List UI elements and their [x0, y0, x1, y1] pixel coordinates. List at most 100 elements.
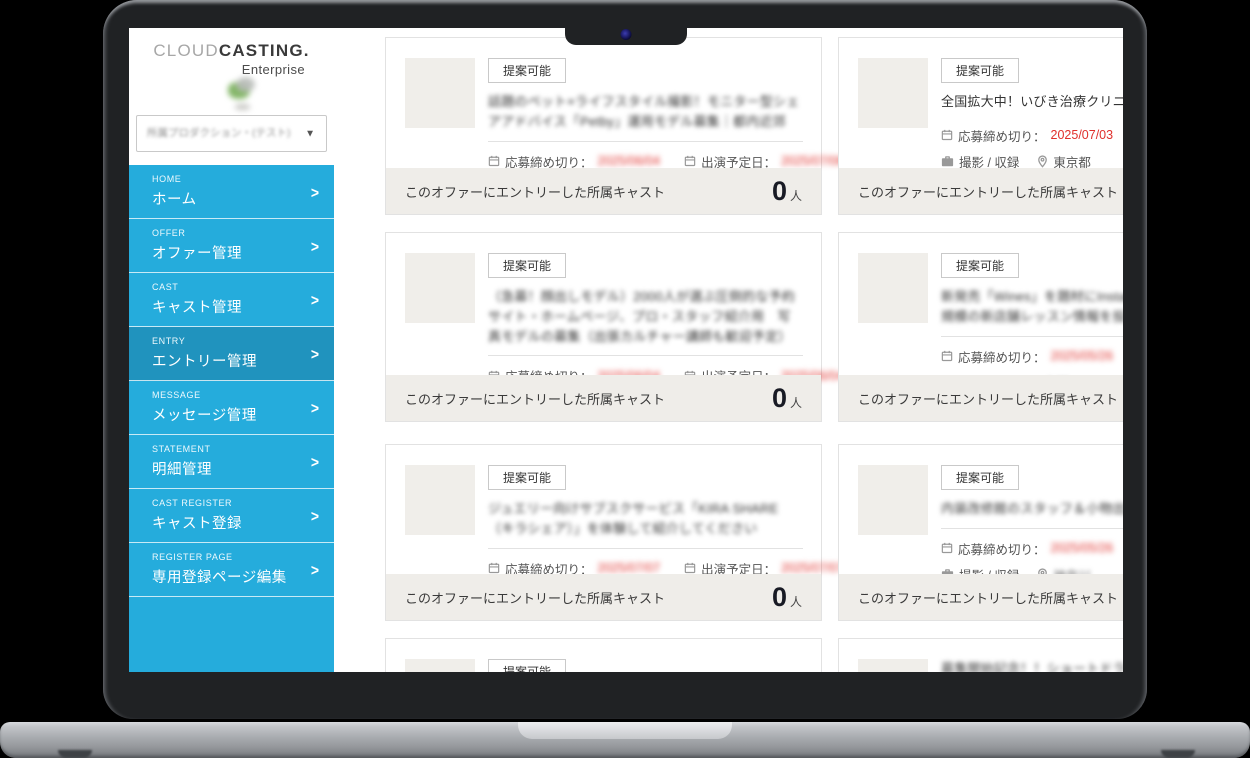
- calendar-icon: [941, 543, 953, 554]
- offer-card[interactable]: 提案可能 ジュエリー向けサブスクサービス「KIRA SHARE（キラシェア）」を…: [385, 444, 844, 621]
- offer-card-content: 提案可能: [488, 659, 803, 672]
- offer-card[interactable]: 募集開始記念！！ショートドラマ出演者募集 このオファーにエントリーした所属キャス…: [838, 638, 1123, 672]
- screen: CLOUDCASTING. Enterprise 所属プロダクション・(テスト)…: [129, 28, 1123, 672]
- offer-card[interactable]: 提案可能 話題のペット×ライフスタイル撮影！モニター型シェアアドバイス「Petb…: [385, 37, 844, 215]
- offer-card[interactable]: 提案可能 （急募！顔出しモデル）2000人が選ぶ圧倒的な予約サイト・ホームページ…: [385, 232, 844, 422]
- offer-thumbnail: [858, 659, 928, 672]
- production-select[interactable]: 所属プロダクション・(テスト) ▼: [136, 115, 327, 152]
- offer-title: 新発売「Wines」を題材にInstagramもしくは20万円規模の新店舗レッス…: [941, 289, 1123, 324]
- briefcase-icon: [941, 156, 954, 167]
- status-badge: 提案可能: [488, 465, 567, 490]
- offer-list: 提案可能 話題のペット×ライフスタイル撮影！モニター型シェアアドバイス「Petb…: [334, 28, 1123, 672]
- entry-footer: このオファーにエントリーした所属キャスト: [839, 375, 1123, 421]
- offer-title: （急募！顔出しモデル）2000人が選ぶ圧倒的な予約サイト・ホームページ、プロ・ス…: [488, 289, 795, 344]
- offer-title: ジュエリー向けサブスクサービス「KIRA SHARE（キラシェア）」を体験して紹…: [488, 501, 779, 536]
- offer-dates: 応募締め切り：2025/05/26 出演予定日：: [941, 347, 1123, 366]
- lid-open-scoop: [518, 722, 732, 739]
- sidebar-item-en: STATEMENT: [152, 444, 211, 454]
- chevron-right-icon: >: [310, 290, 319, 309]
- sidebar-item-en: CAST: [152, 282, 179, 292]
- offer-card-content: 提案可能 新発売「Wines」を題材にInstagramもしくは20万円規模の新…: [941, 253, 1123, 392]
- divider: [488, 140, 803, 142]
- entry-footer-label: このオファーにエントリーした所属キャスト: [858, 391, 1119, 407]
- laptop-foot-right: [1161, 750, 1195, 758]
- sidebar-item-ja: ホーム: [152, 192, 197, 208]
- camera-notch: [565, 28, 687, 45]
- production-select-value: 所属プロダクション・(テスト): [147, 127, 291, 139]
- sidebar: CLOUDCASTING. Enterprise 所属プロダクション・(テスト)…: [129, 28, 334, 672]
- calendar-icon: [684, 155, 696, 167]
- offer-title: 募集開始記念！！ショートドラマ出演者募集: [941, 661, 1123, 672]
- chevron-down-icon: ▼: [305, 127, 315, 139]
- laptop-foot-left: [58, 750, 92, 758]
- entry-footer-label: このオファーにエントリーした所属キャスト: [858, 590, 1119, 606]
- sidebar-item-message[interactable]: MESSAGE メッセージ管理 >: [129, 381, 334, 435]
- sidebar-item-en: CAST REGISTER: [152, 498, 233, 508]
- chevron-right-icon: >: [310, 398, 319, 417]
- entry-footer-label: このオファーにエントリーした所属キャスト: [405, 391, 666, 407]
- chevron-right-icon: >: [310, 344, 319, 363]
- deadline-label: 応募締め切り：: [958, 350, 1046, 365]
- offer-card[interactable]: 提案可能 内装改修館のスタッフ＆小物出演募集 応募締め切り： 2025/05/26…: [838, 444, 1123, 621]
- sidebar-item-statement[interactable]: STATEMENT 明細管理 >: [129, 435, 334, 489]
- offer-card-content: 提案可能 内装改修館のスタッフ＆小物出演募集 応募締め切り： 2025/05/26…: [941, 465, 1123, 584]
- offer-thumbnail: [405, 58, 475, 128]
- divider: [941, 335, 1123, 337]
- status-badge: 提案可能: [941, 58, 1020, 83]
- performance-value: 2025/07/08: [781, 154, 844, 168]
- performance-value: 2025/07/07: [781, 561, 844, 575]
- deadline-value: 2025/07/07: [597, 561, 661, 575]
- offer-thumbnail: [858, 253, 928, 323]
- entry-footer: このオファーにエントリーした所属キャスト: [839, 574, 1123, 620]
- entry-footer-label: このオファーにエントリーした所属キャスト: [858, 184, 1119, 200]
- offer-card[interactable]: 提案可能 新発売「Wines」を題材にInstagramもしくは20万円規模の新…: [838, 232, 1123, 422]
- sidebar-item-en: HOME: [152, 174, 182, 184]
- entry-count-block: 0人: [772, 582, 802, 613]
- sidebar-item-cast-register[interactable]: CAST REGISTER キャスト登録 >: [129, 489, 334, 543]
- sidebar-item-offer[interactable]: OFFER オファー管理 >: [129, 219, 334, 273]
- sidebar-item-ja: キャスト管理: [152, 300, 242, 316]
- sidebar-item-ja: 明細管理: [152, 462, 212, 478]
- entry-unit: 人: [789, 395, 802, 410]
- offer-title: 内装改修館のスタッフ＆小物出演募集: [941, 501, 1123, 516]
- divider: [488, 547, 803, 549]
- divider: [941, 527, 1123, 529]
- chevron-right-icon: >: [310, 452, 319, 471]
- offer-thumbnail: [858, 465, 928, 535]
- logo-subtitle: Enterprise: [241, 62, 305, 77]
- offer-thumbnail: [405, 465, 475, 535]
- deadline-item: 応募締め切り： 2025/07/03: [941, 126, 1113, 145]
- account-avatar: [221, 74, 267, 114]
- sidebar-item-home[interactable]: HOME ホーム >: [129, 165, 334, 219]
- entry-count: 0: [771, 382, 787, 413]
- offer-thumbnail: [858, 58, 928, 128]
- entry-count: 0: [771, 581, 787, 612]
- chevron-right-icon: >: [310, 506, 319, 525]
- offer-thumbnail: [405, 659, 475, 672]
- offer-card-content: 提案可能 全国拡大中！いびき治療クリニックのイ 応募締め切り： 2025/07/0…: [941, 58, 1123, 171]
- entry-footer: このオファーにエントリーした所属キャスト: [839, 168, 1123, 214]
- offer-title: 話題のペット×ライフスタイル撮影！モニター型シェアアドバイス「Petby」運用モ…: [488, 94, 800, 129]
- offer-thumbnail: [405, 253, 475, 323]
- status-badge: 提案可能: [941, 253, 1020, 278]
- laptop-lid: CLOUDCASTING. Enterprise 所属プロダクション・(テスト)…: [103, 0, 1147, 719]
- sidebar-item-ja: メッセージ管理: [152, 408, 257, 424]
- entry-count: 0: [771, 175, 787, 206]
- sidebar-item-entry[interactable]: ENTRY エントリー管理 >: [129, 327, 334, 381]
- divider: [488, 355, 803, 357]
- deadline-value: 2025/06/04: [597, 154, 661, 168]
- calendar-icon: [488, 155, 500, 167]
- sidebar-item-ja: オファー管理: [152, 246, 242, 262]
- offer-dates: 応募締め切り：2025/07/03 出演予定日：: [941, 126, 1123, 145]
- chevron-right-icon: >: [310, 560, 319, 579]
- entry-unit: 人: [789, 594, 802, 609]
- calendar-icon: [941, 130, 953, 141]
- sidebar-item-cast[interactable]: CAST キャスト管理 >: [129, 273, 334, 327]
- entry-count-block: 0人: [772, 176, 802, 207]
- offer-card[interactable]: 提案可能 このオファーにエントリーした所属キャスト: [385, 638, 822, 672]
- sidebar-item-en: REGISTER PAGE: [152, 552, 233, 562]
- sidebar-item-en: OFFER: [152, 228, 186, 238]
- offer-card[interactable]: 提案可能 全国拡大中！いびき治療クリニックのイ 応募締め切り： 2025/07/0…: [838, 37, 1123, 215]
- entry-footer: このオファーにエントリーした所属キャスト 0人: [386, 168, 821, 214]
- sidebar-item-register-page[interactable]: REGISTER PAGE 専用登録ページ編集 >: [129, 543, 334, 597]
